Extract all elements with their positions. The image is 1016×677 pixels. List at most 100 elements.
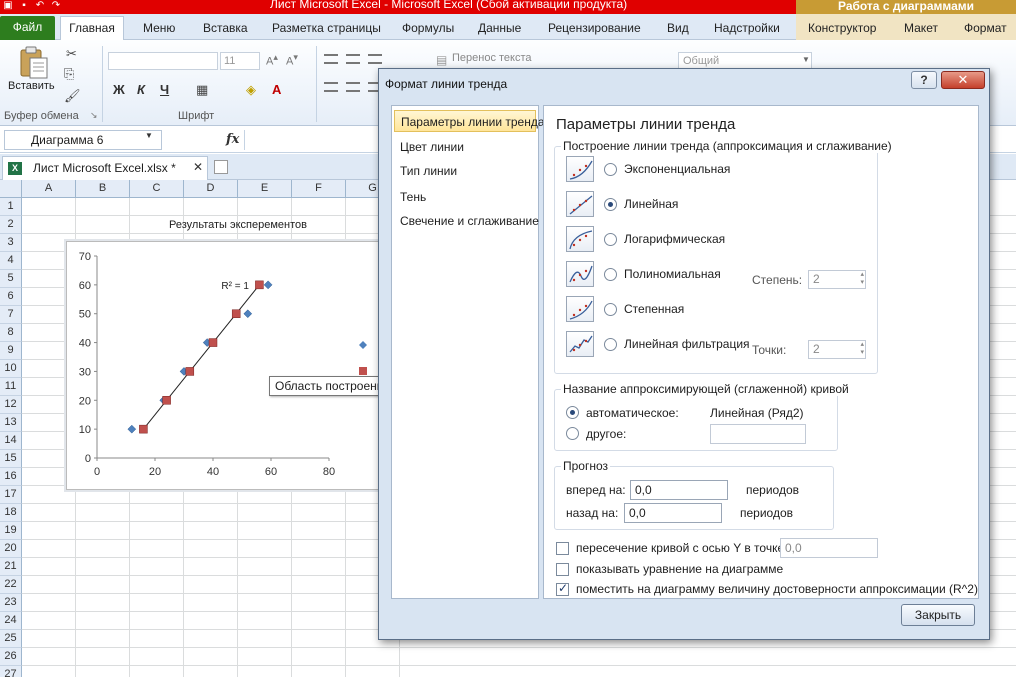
close-dialog-x-button[interactable]: ✕: [941, 71, 985, 89]
data-point-square[interactable]: [139, 424, 148, 434]
tab-page-layout[interactable]: Разметка страницы: [272, 18, 381, 40]
new-workbook-icon[interactable]: [214, 160, 228, 174]
sheet-title-cell[interactable]: Результаты эксперементов: [130, 216, 346, 234]
row-header[interactable]: 7: [0, 306, 22, 324]
tab-view[interactable]: Вид: [667, 18, 689, 40]
row-header[interactable]: 27: [0, 666, 22, 677]
data-point-square[interactable]: [162, 396, 171, 405]
fill-color-icon[interactable]: ◈: [246, 82, 256, 98]
italic-button[interactable]: К: [137, 82, 145, 97]
name-other-radio[interactable]: [566, 427, 579, 440]
dialog-launcher-icon[interactable]: ↘: [90, 110, 98, 121]
row-header[interactable]: 22: [0, 576, 22, 594]
row-header[interactable]: 21: [0, 558, 22, 576]
legend-marker-diamond[interactable]: [359, 341, 367, 349]
select-all-corner[interactable]: [0, 180, 22, 198]
row-header[interactable]: 11: [0, 378, 22, 396]
align-bottom-icon[interactable]: [368, 54, 382, 64]
chevron-down-icon[interactable]: ▼: [802, 55, 810, 64]
r2-label[interactable]: R² = 1: [221, 281, 249, 292]
redo-icon[interactable]: ↷: [50, 0, 62, 12]
intercept-input[interactable]: 0,0: [780, 538, 878, 558]
tab-menu[interactable]: Меню: [143, 18, 175, 40]
close-icon[interactable]: ✕: [193, 160, 203, 174]
data-point-square[interactable]: [185, 367, 195, 376]
name-other-input[interactable]: [710, 424, 806, 444]
name-box[interactable]: Диаграмма 6: [4, 130, 162, 150]
align-center-icon[interactable]: [346, 82, 360, 92]
name-auto-radio[interactable]: [566, 406, 579, 419]
tab-insert[interactable]: Вставка: [203, 18, 248, 40]
row-header[interactable]: 14: [0, 432, 22, 450]
row-header[interactable]: 6: [0, 288, 22, 306]
row-header[interactable]: 24: [0, 612, 22, 630]
save-icon[interactable]: ▪: [18, 0, 30, 12]
nav-glow-soft-edges[interactable]: Свечение и сглаживание: [394, 210, 539, 232]
tab-file[interactable]: Файл: [0, 16, 55, 40]
wrap-text-button[interactable]: Перенос текста: [452, 52, 532, 64]
grow-font-icon[interactable]: A▴: [266, 52, 278, 68]
row-header[interactable]: 4: [0, 252, 22, 270]
tab-format[interactable]: Формат: [964, 18, 1007, 40]
row-header[interactable]: 5: [0, 270, 22, 288]
trend-exp-icon[interactable]: [566, 156, 594, 182]
trend-log-icon[interactable]: [566, 226, 594, 252]
font-color-icon[interactable]: A: [272, 82, 281, 97]
row-header[interactable]: 9: [0, 342, 22, 360]
row-header[interactable]: 16: [0, 468, 22, 486]
paste-icon[interactable]: [18, 46, 50, 80]
column-header[interactable]: B: [76, 180, 130, 198]
tab-formulas[interactable]: Формулы: [402, 18, 454, 40]
trend-lin-radio[interactable]: [604, 198, 617, 211]
trend-lin-icon[interactable]: [566, 191, 594, 217]
row-header[interactable]: 12: [0, 396, 22, 414]
workbook-tab[interactable]: X Лист Microsoft Excel.xlsx * ✕: [2, 156, 208, 180]
data-point-diamond[interactable]: [127, 424, 137, 434]
intercept-checkbox[interactable]: [556, 542, 569, 555]
align-top-icon[interactable]: [324, 54, 338, 64]
shrink-font-icon[interactable]: A▾: [286, 52, 298, 68]
undo-icon[interactable]: ↶: [34, 0, 46, 12]
trend-log-radio[interactable]: [604, 233, 617, 246]
nav-line-color[interactable]: Цвет линии: [394, 136, 536, 158]
row-header[interactable]: 20: [0, 540, 22, 558]
data-point-square[interactable]: [255, 280, 264, 290]
tab-design[interactable]: Конструктор: [808, 18, 876, 40]
bold-button[interactable]: Ж: [113, 82, 125, 97]
column-header[interactable]: A: [22, 180, 76, 198]
row-header[interactable]: 17: [0, 486, 22, 504]
row-header[interactable]: 23: [0, 594, 22, 612]
insert-function-button[interactable]: fx: [226, 132, 239, 147]
trend-ma-radio[interactable]: [604, 338, 617, 351]
row-header[interactable]: 2: [0, 216, 22, 234]
trend-poly-radio[interactable]: [604, 268, 617, 281]
tab-addins[interactable]: Надстройки: [714, 18, 780, 40]
row-header[interactable]: 26: [0, 648, 22, 666]
data-point-diamond[interactable]: [263, 280, 273, 290]
help-button[interactable]: ?: [911, 71, 937, 89]
degree-stepper[interactable]: 2: [808, 270, 866, 289]
column-header[interactable]: E: [238, 180, 292, 198]
font-name-input[interactable]: [108, 52, 218, 70]
data-point-square[interactable]: [208, 338, 218, 347]
trend-pow-radio[interactable]: [604, 303, 617, 316]
row-header[interactable]: 1: [0, 198, 22, 216]
format-painter-icon[interactable]: 🖌: [64, 88, 81, 104]
row-header[interactable]: 25: [0, 630, 22, 648]
close-button[interactable]: Закрыть: [901, 604, 975, 626]
align-left-icon[interactable]: [324, 82, 338, 92]
trend-poly-icon[interactable]: [566, 261, 594, 287]
trend-exp-radio[interactable]: [604, 163, 617, 176]
nav-trendline-options[interactable]: Параметры линии тренда: [394, 110, 545, 132]
excel-logo-icon[interactable]: ▣: [2, 0, 14, 12]
trend-pow-icon[interactable]: [566, 296, 594, 322]
data-point-diamond[interactable]: [243, 309, 253, 319]
column-header[interactable]: C: [130, 180, 184, 198]
borders-icon[interactable]: ▦: [196, 82, 208, 98]
underline-button[interactable]: Ч: [160, 82, 169, 97]
nav-line-style[interactable]: Тип линии: [394, 160, 536, 182]
tab-review[interactable]: Рецензирование: [548, 18, 641, 40]
chevron-down-icon[interactable]: ▼: [145, 131, 153, 140]
column-header[interactable]: D: [184, 180, 238, 198]
show-r2-checkbox[interactable]: [556, 581, 569, 596]
